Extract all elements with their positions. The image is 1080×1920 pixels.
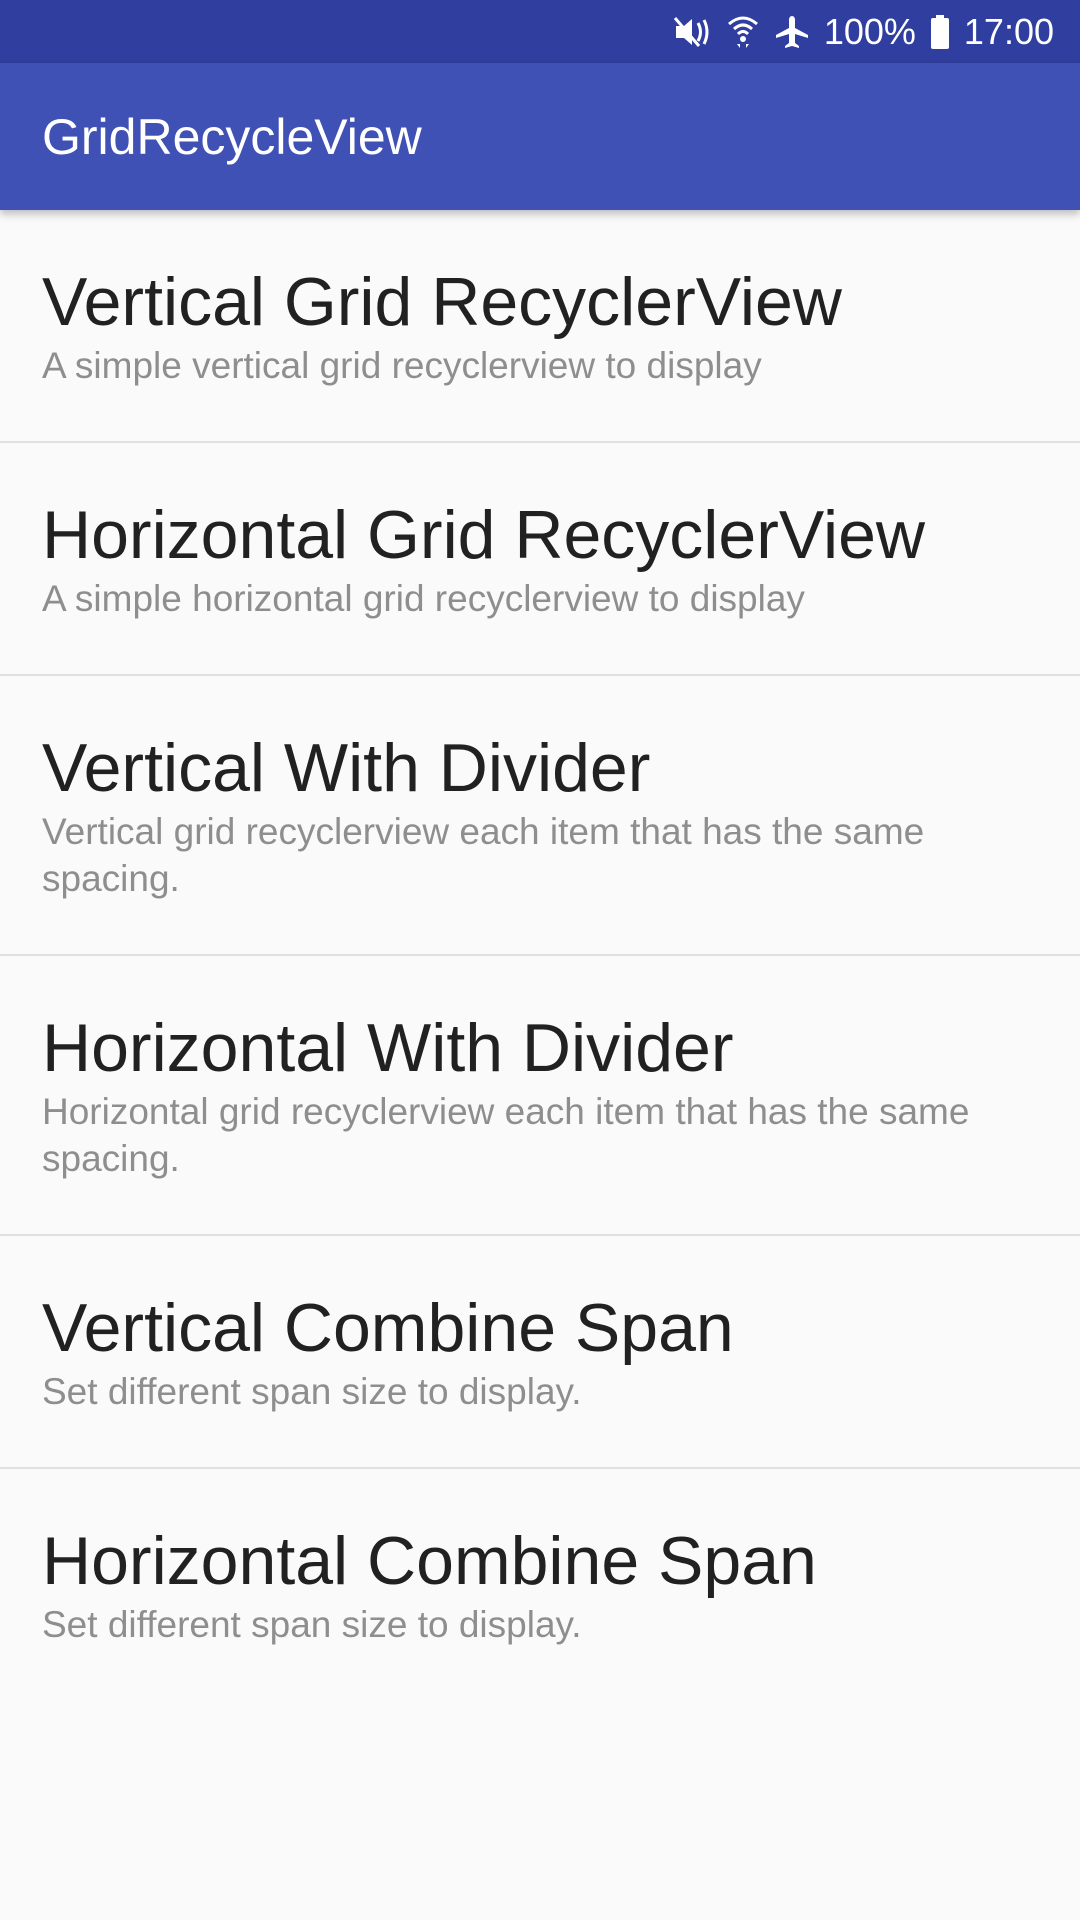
list-item-subtitle: Horizontal grid recyclerview each item t… — [42, 1091, 970, 1179]
airplane-icon — [774, 14, 810, 50]
list-item-subtitle: A simple horizontal grid recyclerview to… — [42, 578, 805, 619]
app-bar: GridRecycleView — [0, 63, 1080, 210]
list-item-horizontal-divider[interactable]: Horizontal With Divider Horizontal grid … — [0, 956, 1080, 1236]
list-item-title: Horizontal With Divider — [42, 1010, 734, 1086]
list-item-horizontal-grid[interactable]: Horizontal Grid RecyclerView A simple ho… — [0, 443, 1080, 676]
status-bar: 100% 17:00 — [0, 0, 1080, 63]
list-item-horizontal-combine-span[interactable]: Horizontal Combine Span Set different sp… — [0, 1469, 1080, 1702]
battery-icon — [930, 14, 950, 50]
menu-list: Vertical Grid RecyclerView A simple vert… — [0, 210, 1080, 1702]
list-item-vertical-combine-span[interactable]: Vertical Combine Span Set different span… — [0, 1236, 1080, 1469]
wifi-icon — [726, 14, 760, 50]
list-item-subtitle: Vertical grid recyclerview each item tha… — [42, 811, 925, 899]
mute-vibrate-icon — [672, 14, 712, 50]
list-item-subtitle: Set different span size to display. — [42, 1371, 582, 1412]
list-item-title: Horizontal Grid RecyclerView — [42, 497, 926, 573]
status-icons: 100% 17:00 — [672, 10, 1054, 52]
list-item-vertical-divider[interactable]: Vertical With Divider Vertical grid recy… — [0, 676, 1080, 956]
battery-percentage: 100% — [823, 10, 916, 52]
list-item-vertical-grid[interactable]: Vertical Grid RecyclerView A simple vert… — [0, 210, 1080, 443]
app-title: GridRecycleView — [42, 108, 422, 165]
list-item-subtitle: A simple vertical grid recyclerview to d… — [42, 345, 762, 386]
list-item-title: Vertical With Divider — [42, 730, 651, 806]
list-item-title: Vertical Combine Span — [42, 1290, 734, 1366]
list-item-title: Horizontal Combine Span — [42, 1523, 817, 1599]
clock: 17:00 — [963, 10, 1054, 52]
list-item-subtitle: Set different span size to display. — [42, 1604, 582, 1645]
list-item-title: Vertical Grid RecyclerView — [42, 264, 842, 340]
